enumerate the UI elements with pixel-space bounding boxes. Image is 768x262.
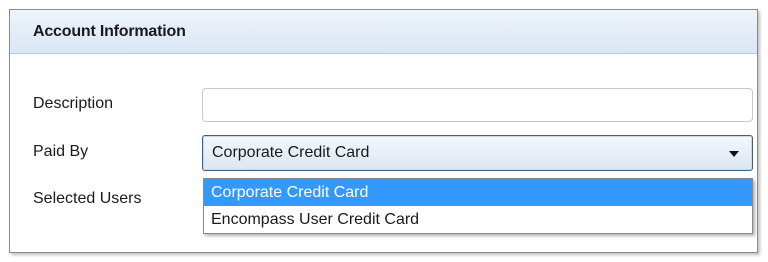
chevron-down-icon[interactable] [729, 151, 739, 157]
paid-by-selected-value: Corporate Credit Card [212, 144, 370, 161]
paid-by-label: Paid By [33, 143, 89, 160]
dropdown-option-encompass-user-credit-card[interactable]: Encompass User Credit Card [204, 206, 752, 233]
dropdown-option-corporate-credit-card[interactable]: Corporate Credit Card [204, 179, 752, 206]
account-information-panel: Account Information Description Paid By … [9, 9, 758, 253]
selected-users-label: Selected Users [33, 190, 142, 207]
paid-by-dropdown-list: Corporate Credit Card Encompass User Cre… [203, 178, 753, 234]
panel-header: Account Information [10, 10, 757, 54]
description-label: Description [33, 95, 114, 112]
panel-title: Account Information [33, 23, 186, 40]
paid-by-select[interactable]: Corporate Credit Card [202, 135, 753, 171]
description-input[interactable] [202, 88, 753, 122]
